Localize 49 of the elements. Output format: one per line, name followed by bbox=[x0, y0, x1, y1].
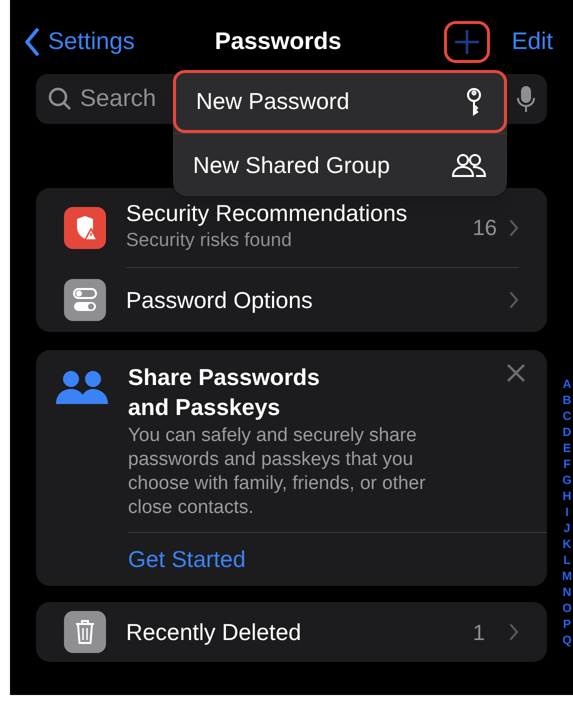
page-title: Passwords bbox=[214, 27, 342, 57]
index-letter[interactable]: B bbox=[562, 392, 572, 408]
recently-deleted-row[interactable]: Recently Deleted 1 bbox=[36, 602, 547, 662]
index-letter[interactable]: E bbox=[562, 440, 571, 456]
chevron-icon bbox=[509, 218, 519, 236]
edit-button[interactable]: Edit bbox=[512, 24, 553, 60]
row-subtitle: Security risks found bbox=[126, 229, 293, 254]
count-label: 16 bbox=[472, 214, 497, 242]
card-description: You can safely and securely share passwords and passkeys that you choose with family, friends, or other close contacts. bbox=[128, 424, 426, 520]
index-letter[interactable]: J bbox=[564, 520, 570, 536]
back-chevron-icon bbox=[24, 28, 40, 56]
people-icon bbox=[56, 370, 108, 406]
index-letter[interactable]: A bbox=[562, 376, 572, 392]
index-letter[interactable]: G bbox=[562, 472, 572, 488]
row-title: Security Recommendations bbox=[126, 199, 408, 228]
index-letter[interactable]: N bbox=[562, 584, 572, 600]
plus-icon bbox=[454, 29, 480, 55]
back-button[interactable]: Settings bbox=[24, 24, 135, 60]
trash-icon bbox=[64, 611, 106, 653]
index-letter[interactable]: Q bbox=[562, 632, 572, 648]
toggles-icon bbox=[64, 279, 106, 321]
chevron-icon bbox=[509, 623, 519, 641]
people-icon bbox=[451, 152, 487, 178]
index-letter[interactable]: P bbox=[562, 616, 571, 632]
add-button[interactable] bbox=[444, 21, 490, 63]
index-letter[interactable]: H bbox=[562, 488, 572, 504]
search-icon bbox=[48, 87, 72, 111]
card-title: Share Passwords and Passkeys bbox=[128, 363, 321, 422]
row-title: Recently Deleted bbox=[126, 618, 302, 647]
index-letter[interactable]: I bbox=[565, 504, 569, 520]
menu-item[interactable]: New Password bbox=[173, 70, 507, 133]
close-icon bbox=[507, 364, 525, 382]
index-letter[interactable]: C bbox=[562, 408, 572, 424]
index-letter[interactable]: F bbox=[563, 456, 571, 472]
chevron-icon bbox=[509, 291, 519, 309]
index-letter[interactable]: L bbox=[563, 552, 571, 568]
microphone-icon[interactable] bbox=[517, 85, 535, 113]
count-label: 1 bbox=[472, 618, 485, 646]
index-letter[interactable]: M bbox=[562, 568, 572, 584]
index-letter[interactable]: O bbox=[562, 600, 572, 616]
get-started-link[interactable]: Get Started bbox=[128, 542, 246, 577]
shield-warning-icon bbox=[64, 207, 106, 249]
menu-item[interactable]: New Shared Group bbox=[173, 133, 507, 196]
settings-row[interactable]: Password Options bbox=[64, 268, 547, 332]
row-title: Password Options bbox=[126, 286, 314, 314]
key-icon bbox=[464, 86, 484, 116]
close-button[interactable] bbox=[507, 364, 525, 382]
index-letter[interactable]: D bbox=[562, 424, 572, 440]
index-letter[interactable]: K bbox=[562, 536, 572, 552]
